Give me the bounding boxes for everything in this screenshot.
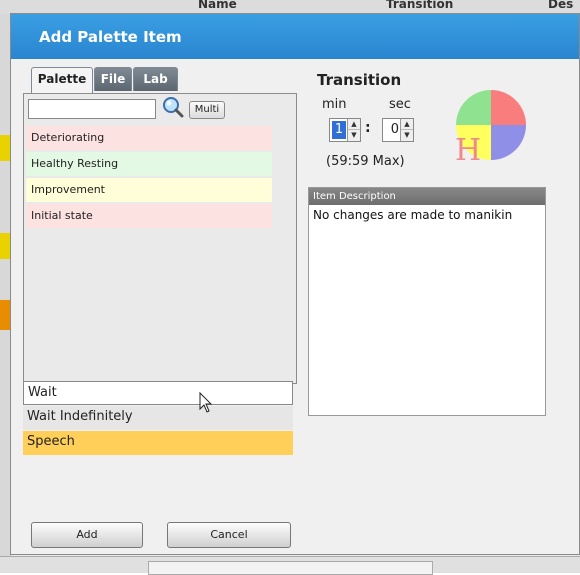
up-arrow-icon[interactable]: ▲ (401, 119, 413, 130)
min-label: min (322, 97, 347, 112)
time-separator: : (365, 120, 371, 136)
item-description-panel: Item Description No changes are made to … (308, 187, 546, 416)
column-name-header: Name (198, 0, 237, 11)
seconds-spinner-arrows[interactable]: ▲ ▼ (400, 119, 413, 141)
item-description-header: Item Description (309, 188, 545, 205)
item-description-text: No changes are made to manikin (313, 208, 513, 222)
up-arrow-icon[interactable]: ▲ (348, 119, 360, 130)
minutes-spinner[interactable]: 1 ▲ ▼ (329, 118, 361, 142)
column-transition-header: Transition (386, 0, 454, 11)
tab-file[interactable]: File (94, 67, 132, 91)
search-input[interactable] (28, 99, 156, 119)
type-item-wait[interactable]: Wait (23, 381, 293, 405)
svg-text:H: H (455, 133, 481, 164)
sec-label: sec (389, 97, 411, 112)
magnifier-icon[interactable] (162, 96, 184, 118)
down-arrow-icon[interactable]: ▼ (348, 130, 360, 141)
background-row-marker (0, 300, 10, 330)
column-description-header: Des (548, 0, 574, 11)
max-duration-note: (59:59 Max) (326, 154, 405, 169)
background-row-marker (0, 233, 10, 259)
add-button[interactable]: Add (31, 522, 143, 548)
type-item-speech[interactable]: Speech (23, 431, 293, 455)
horizontal-scrollbar[interactable] (148, 561, 433, 575)
dialog-title: Add Palette Item (39, 28, 182, 46)
minutes-spinner-arrows[interactable]: ▲ ▼ (347, 119, 360, 141)
item-type-list: Wait Wait Indefinitely Speech (23, 381, 293, 456)
seconds-value[interactable]: 0 (385, 121, 399, 139)
seconds-spinner[interactable]: 0 ▲ ▼ (382, 118, 414, 142)
type-item-wait-indefinitely[interactable]: Wait Indefinitely (23, 406, 293, 430)
palette-item-deteriorating[interactable]: Deteriorating (26, 126, 272, 150)
transition-heading: Transition (317, 71, 402, 89)
palette-panel: Multi Deteriorating Healthy Resting Impr… (23, 93, 297, 384)
multi-button[interactable]: Multi (189, 101, 225, 119)
palette-list: Deteriorating Healthy Resting Improvemen… (26, 126, 272, 230)
palette-item-initial-state[interactable]: Initial state (26, 204, 272, 228)
palette-item-improvement[interactable]: Improvement (26, 178, 272, 202)
mouse-cursor-icon (199, 392, 213, 413)
tab-palette[interactable]: Palette (31, 67, 93, 94)
add-palette-item-dialog: Add Palette Item Palette File Lab Multi … (10, 13, 580, 555)
background-status-bar (0, 556, 580, 575)
minutes-value[interactable]: 1 (332, 121, 346, 139)
dialog-title-bar[interactable]: Add Palette Item (11, 14, 579, 59)
cancel-button[interactable]: Cancel (167, 522, 291, 548)
down-arrow-icon[interactable]: ▼ (401, 130, 413, 141)
background-row-marker (0, 135, 10, 161)
palette-item-healthy-resting[interactable]: Healthy Resting (26, 152, 272, 176)
quadrant-h-icon: H (455, 90, 526, 164)
tab-lab[interactable]: Lab (133, 67, 178, 91)
